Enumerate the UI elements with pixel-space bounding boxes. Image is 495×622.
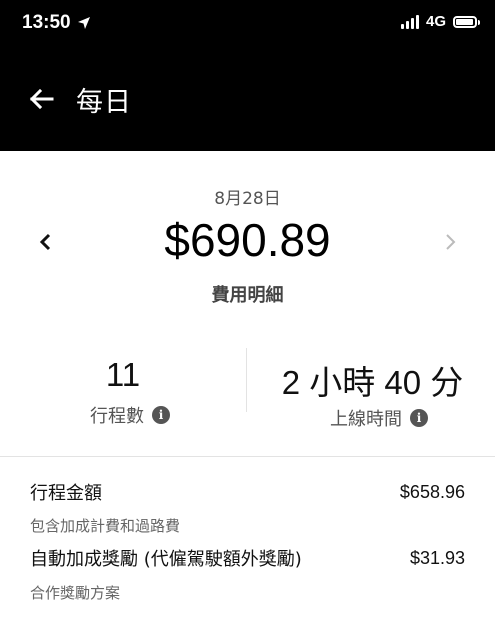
online-time-label: 上線時間 <box>330 409 402 430</box>
bonus-title: 自動加成獎勵 (代僱駕駛額外獎勵) <box>30 549 302 570</box>
top-header: 13:50 4G 每日 <box>0 0 495 151</box>
date-label: 8月28日 <box>214 189 281 209</box>
back-arrow-icon[interactable] <box>26 84 56 114</box>
status-time-text: 13:50 <box>22 12 71 33</box>
network-type: 4G <box>425 13 446 30</box>
trips-label: 行程數 <box>90 406 144 427</box>
trips-count: 11 <box>105 356 141 393</box>
online-time-stat: 上線時間 i <box>330 405 428 431</box>
page-title: 每日 <box>76 87 132 118</box>
trip-fare-subtitle: 包含加成計費和過路費 <box>30 517 181 535</box>
trips-stat: 行程數 i <box>90 402 170 428</box>
bonus-subtitle: 合作獎勵方案 <box>30 584 121 602</box>
online-time-value: 2 小時 40 分 <box>281 364 464 401</box>
trips-info-icon[interactable]: i <box>152 406 170 424</box>
online-time-info-icon[interactable]: i <box>410 409 428 427</box>
trip-fare-value: $658.96 <box>399 482 465 502</box>
signal-strength-icon <box>400 14 419 29</box>
bonus-value: $31.93 <box>409 548 465 568</box>
section-divider <box>0 456 495 457</box>
battery-icon <box>453 15 480 28</box>
fare-breakdown-link[interactable]: 費用明細 <box>0 281 495 307</box>
daily-earnings-amount: $690.89 <box>164 214 331 266</box>
trip-fare-title: 行程金額 <box>30 483 102 504</box>
next-day-chevron-icon[interactable] <box>438 230 462 254</box>
status-indicators: 4G <box>400 13 480 30</box>
status-bar-time: 13:50 <box>22 12 91 34</box>
location-arrow-icon <box>77 17 90 29</box>
stats-divider <box>246 348 247 412</box>
